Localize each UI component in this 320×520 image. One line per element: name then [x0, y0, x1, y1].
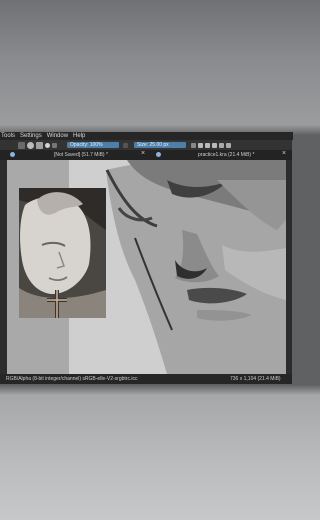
document-icon	[10, 152, 15, 157]
menubar: Tools Settings Window Help	[0, 132, 293, 140]
brush-preset-icon[interactable]	[18, 141, 25, 149]
settings-icon[interactable]	[212, 142, 217, 148]
image-dimensions: 736 x 1,104 (21.4 MiB)	[230, 376, 281, 382]
tab-label: [Not Saved] (51.7 MiB) *	[54, 152, 108, 158]
menu-tools[interactable]: Tools	[1, 132, 15, 140]
canvas-area[interactable]	[7, 160, 286, 374]
chevron-down-icon[interactable]	[52, 142, 57, 148]
pattern-icon[interactable]	[36, 141, 43, 149]
mirror-icon[interactable]	[198, 142, 203, 148]
statusbar: RGB/Alpha (8-bit integer/channel) sRGB-e…	[0, 374, 292, 384]
eraser-icon[interactable]	[45, 142, 50, 148]
toolbar: Opacity: 100% Size: 25.00 px	[0, 140, 292, 150]
tab-label: practice1.kra (21.4 MiB) *	[198, 152, 255, 158]
krita-window: Tools Settings Window Help Opacity: 100%…	[0, 132, 293, 384]
wrap-icon[interactable]	[205, 142, 210, 148]
color-profile-info: RGB/Alpha (8-bit integer/channel) sRGB-e…	[6, 376, 138, 382]
close-icon[interactable]: ×	[282, 150, 286, 158]
size-lock-icon[interactable]	[191, 142, 196, 148]
undo-icon[interactable]	[219, 142, 224, 148]
toolbox-strip	[0, 160, 7, 374]
opacity-lock-icon[interactable]	[123, 142, 128, 148]
opacity-slider[interactable]: Opacity: 100%	[67, 142, 119, 148]
tab-not-saved[interactable]: [Not Saved] (51.7 MiB) * ×	[10, 150, 148, 159]
canvas-painting[interactable]	[7, 160, 286, 374]
menu-help[interactable]: Help	[73, 132, 85, 140]
menu-settings[interactable]: Settings	[20, 132, 42, 140]
redo-icon[interactable]	[226, 142, 231, 148]
menu-window[interactable]: Window	[47, 132, 68, 140]
document-icon	[156, 152, 161, 157]
docker-strip	[286, 160, 292, 374]
size-slider[interactable]: Size: 25.00 px	[134, 142, 186, 148]
document-tabs: [Not Saved] (51.7 MiB) * × practice1.kra…	[0, 150, 292, 160]
close-icon[interactable]: ×	[141, 150, 145, 158]
reference-image[interactable]	[19, 188, 106, 318]
gradient-icon[interactable]	[27, 141, 34, 149]
tab-practice1[interactable]: practice1.kra (21.4 MiB) * ×	[156, 150, 289, 159]
